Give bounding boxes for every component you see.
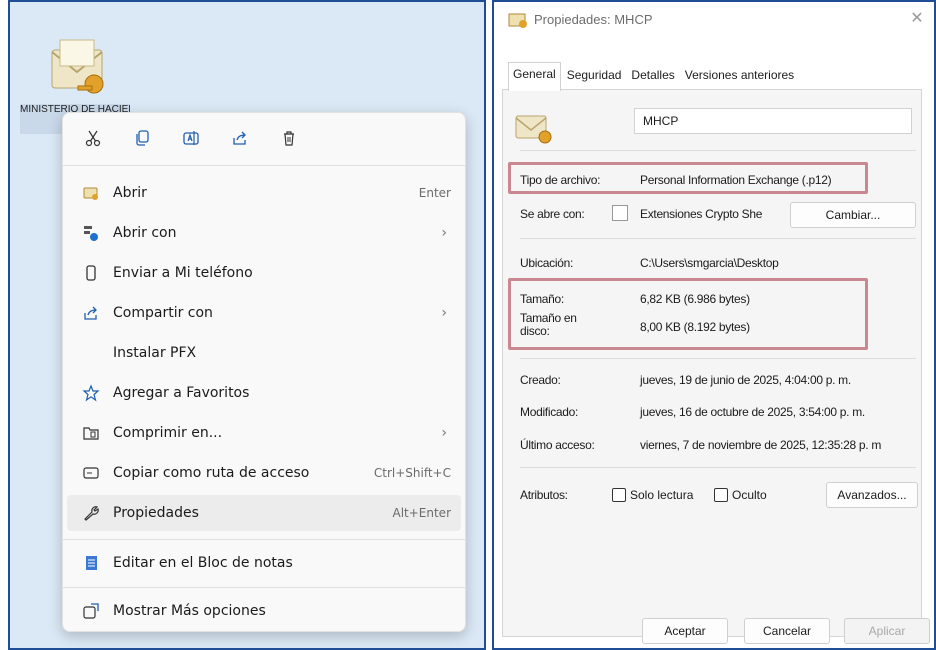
menu-separator [63,165,465,166]
readonly-label: Solo lectura [630,488,694,502]
rename-icon [183,131,199,145]
path-icon [81,463,101,483]
tab-detalles[interactable]: Detalles [627,62,678,88]
tab-versiones-anteriores[interactable]: Versiones anteriores [681,62,798,88]
dialog-tabs: General Seguridad Detalles Versiones ant… [508,62,800,91]
disk-size-label: Tamaño en disco: [520,311,577,338]
cancel-button[interactable]: Cancelar [744,618,830,644]
delete-button[interactable] [273,123,305,153]
quick-actions-bar [77,123,322,153]
disk-size-value: 8,00 KB (8.192 bytes) [640,320,750,334]
open-with-icon [81,223,101,243]
accessed-label: Último acceso: [520,438,595,452]
divider [520,467,916,468]
hidden-label: Oculto [732,488,767,502]
location-value: C:\Users\smgarcia\Desktop [640,256,779,270]
app-icon [612,205,628,221]
menu-item-instalar-pfx[interactable]: Instalar PFX [67,335,461,371]
trash-icon [284,131,294,146]
file-name-field[interactable]: MHCP [634,108,912,134]
menu-item-comprimir[interactable]: Comprimir en... › [67,415,461,451]
copy-button[interactable] [126,123,158,153]
menu-item-agregar-favoritos[interactable]: Agregar a Favoritos [67,375,461,411]
desktop-panel: MINISTERIO DE HACIENDA [8,0,486,650]
cut-button[interactable] [77,123,109,153]
compress-icon [81,423,101,443]
dialog-title-bar: Propiedades: MHCP ✕ [494,2,934,38]
menu-item-compartir-con[interactable]: Compartir con › [67,295,461,331]
tab-general[interactable]: General [508,62,561,91]
opens-with-label: Se abre con: [520,207,585,221]
apply-button[interactable]: Aplicar [844,618,930,644]
notepad-icon [81,553,101,573]
share-button[interactable] [224,123,256,153]
menu-item-abrir-con[interactable]: Abrir con › [67,215,461,251]
chevron-right-icon: › [441,425,447,441]
properties-dialog: Propiedades: MHCP ✕ General Seguridad De… [492,0,936,650]
more-options-icon [81,601,101,621]
menu-item-propiedades[interactable]: Propiedades Alt+Enter [67,495,461,531]
open-icon [81,183,101,203]
attributes-label: Atributos: [520,488,568,502]
type-value: Personal Information Exchange (.p12) [640,173,832,187]
close-button[interactable]: ✕ [906,8,928,30]
certificate-file-icon[interactable] [44,32,114,102]
share-icon [81,303,101,323]
share-icon [233,131,246,145]
advanced-button[interactable]: Avanzados... [826,482,918,508]
wrench-icon [81,503,101,523]
hidden-checkbox[interactable] [714,488,728,502]
menu-item-abrir[interactable]: Abrir Enter [67,175,461,211]
size-label: Tamaño: [520,292,564,306]
location-label: Ubicación: [520,256,574,270]
menu-item-editar-bloc-notas[interactable]: Editar en el Bloc de notas [67,545,461,581]
menu-item-mas-opciones[interactable]: Mostrar Más opciones [67,593,461,629]
type-label: Tipo de archivo: [520,173,601,187]
created-label: Creado: [520,373,561,387]
change-button[interactable]: Cambiar... [790,202,916,228]
modified-label: Modificado: [520,405,579,419]
menu-item-enviar-telefono[interactable]: Enviar a Mi teléfono [67,255,461,291]
phone-icon [81,263,101,283]
dialog-title: Propiedades: MHCP [534,12,653,27]
accessed-value: viernes, 7 de noviembre de 2025, 12:35:2… [640,438,882,452]
created-value: jueves, 19 de junio de 2025, 4:04:00 p. … [640,373,851,387]
menu-item-copiar-ruta[interactable]: Copiar como ruta de acceso Ctrl+Shift+C [67,455,461,491]
chevron-right-icon: › [441,305,447,321]
menu-separator [63,587,465,588]
divider [520,150,916,151]
star-icon [81,383,101,403]
chevron-right-icon: › [441,225,447,241]
certificate-file-icon [508,11,528,29]
readonly-checkbox[interactable] [612,488,626,502]
copy-icon [136,130,149,146]
rename-button[interactable] [175,123,207,153]
divider [520,358,916,359]
opens-with-value: Extensiones Crypto She [640,207,763,221]
size-value: 6,82 KB (6.986 bytes) [640,292,750,306]
tab-seguridad[interactable]: Seguridad [563,62,626,88]
modified-value: jueves, 16 de octubre de 2025, 3:54:00 p… [640,405,865,419]
file-type-icon [514,108,554,146]
scissors-icon [85,130,101,147]
ok-button[interactable]: Aceptar [642,618,728,644]
menu-separator [63,539,465,540]
context-menu: Abrir Enter Abrir con › Enviar a Mi telé… [62,112,466,632]
divider [520,238,916,239]
